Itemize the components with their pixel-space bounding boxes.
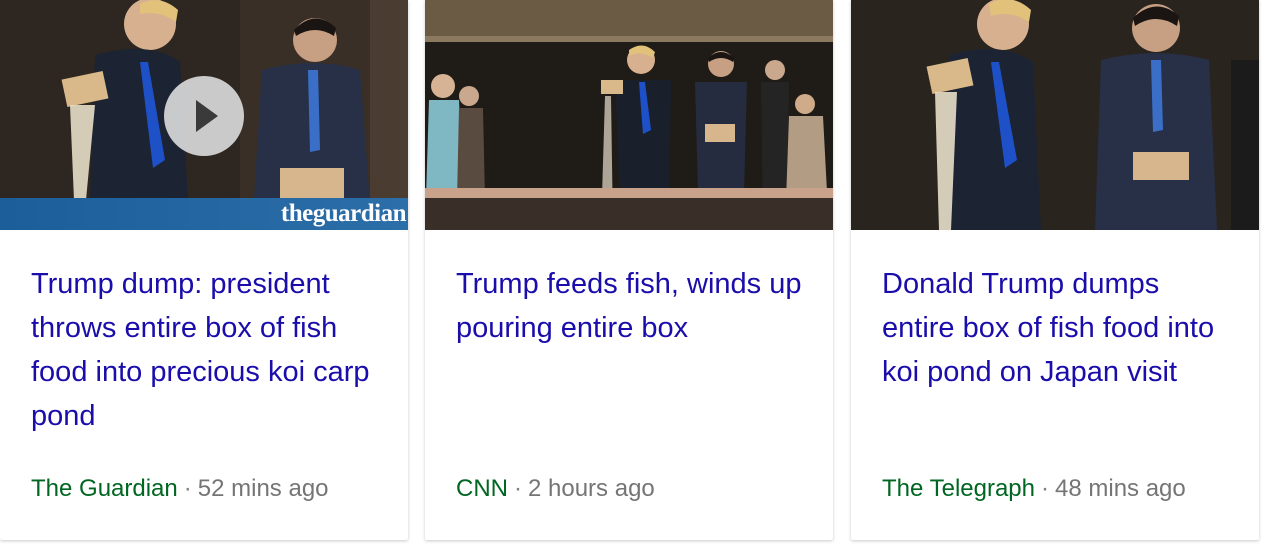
headline-link[interactable]: Trump dump: president throws entire box …	[31, 262, 384, 438]
publisher-watermark: theguardian	[280, 200, 407, 227]
card-meta: CNN · 2 hours ago	[456, 474, 655, 504]
source-name: CNN	[456, 475, 508, 502]
card-body: Trump feeds fish, winds up pouring entir…	[456, 262, 809, 350]
meta-separator: ·	[1041, 475, 1049, 502]
card-meta: The Telegraph · 48 mins ago	[882, 474, 1186, 504]
thumbnail-image[interactable]	[425, 0, 833, 230]
meta-separator: ·	[514, 475, 522, 502]
meta-separator: ·	[183, 475, 192, 502]
news-card[interactable]: Trump feeds fish, winds up pouring entir…	[425, 0, 833, 540]
source-name: The Guardian	[31, 475, 178, 502]
photo-icon	[851, 0, 1259, 230]
card-body: Trump dump: president throws entire box …	[31, 262, 384, 438]
card-body: Donald Trump dumps entire box of fish fo…	[882, 262, 1235, 394]
thumbnail-image[interactable]: theguardian	[0, 0, 408, 230]
headline-link[interactable]: Donald Trump dumps entire box of fish fo…	[882, 262, 1235, 394]
news-card[interactable]: Donald Trump dumps entire box of fish fo…	[851, 0, 1259, 540]
timestamp: 52 mins ago	[197, 475, 329, 502]
card-meta: The Guardian · 52 mins ago	[31, 474, 329, 504]
photo-icon	[425, 0, 833, 230]
play-icon[interactable]	[164, 76, 244, 156]
news-carousel: theguardian Trump dump: president throws…	[0, 0, 1266, 544]
source-name: The Telegraph	[882, 475, 1035, 502]
news-card[interactable]: theguardian Trump dump: president throws…	[0, 0, 408, 540]
thumbnail-image[interactable]	[851, 0, 1259, 230]
headline-link[interactable]: Trump feeds fish, winds up pouring entir…	[456, 262, 809, 350]
timestamp: 48 mins ago	[1055, 475, 1186, 502]
timestamp: 2 hours ago	[528, 475, 655, 502]
